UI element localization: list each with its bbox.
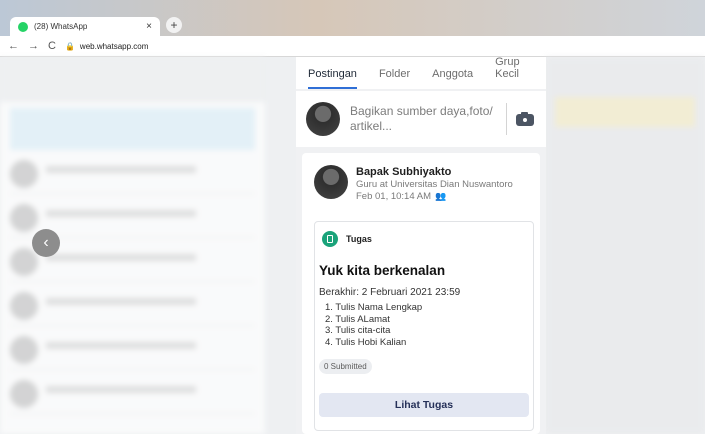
post-author: Bapak Subhiyakto Guru at Universitas Dia… <box>314 165 513 203</box>
post-card: Bapak Subhiyakto Guru at Universitas Dia… <box>302 153 540 434</box>
new-tab-button[interactable]: + <box>166 17 182 33</box>
divider <box>506 103 507 135</box>
assignment-block: Tugas Yuk kita berkenalan Berakhir: 2 Fe… <box>314 221 534 431</box>
author-role: Guru at Universitas Dian Nuswantoro <box>356 179 513 190</box>
assignment-deadline: Berakhir: 2 Februari 2021 23:59 <box>319 287 461 298</box>
address-bar: ← → C 🔒 web.whatsapp.com <box>0 36 705 57</box>
assignment-type-label: Tugas <box>346 234 372 244</box>
chevron-left-icon[interactable]: ‹ <box>32 229 60 257</box>
close-icon[interactable]: × <box>146 21 152 32</box>
list-item: 3. Tulis cita-cita <box>325 325 391 336</box>
camera-icon[interactable] <box>515 111 535 127</box>
forward-arrow-icon[interactable]: → <box>28 40 39 52</box>
whatsapp-icon <box>18 21 28 32</box>
list-item: 4. Tulis Hobi Kalian <box>325 336 407 348</box>
reload-icon[interactable]: C <box>48 40 56 52</box>
tab-anggota[interactable]: Anggota <box>432 68 473 89</box>
back-arrow-icon[interactable]: ← <box>8 40 19 52</box>
list-item: 1. Tulis Nama Lengkap <box>325 302 423 313</box>
lock-icon: 🔒 <box>64 41 75 51</box>
assignment-type: Tugas <box>322 231 372 247</box>
submitted-badge: 0 Submitted <box>319 359 372 374</box>
assignment-title: Yuk kita berkenalan <box>319 263 446 278</box>
post-timestamp: Feb 01, 10:14 AM 👥 <box>356 190 513 203</box>
list-item: 2. Tulis ALamat <box>325 313 390 325</box>
chat-area-blurred <box>545 57 705 434</box>
share-input[interactable]: Bagikan sumber daya,foto/ artikel... <box>350 104 502 134</box>
browser-tab-whatsapp[interactable]: (28) WhatsApp × <box>10 17 160 36</box>
tab-grup-kecil[interactable]: Grup Kecil <box>495 56 546 89</box>
author-avatar[interactable] <box>314 165 348 199</box>
tab-title: (28) WhatsApp <box>34 22 88 31</box>
url-field[interactable]: web.whatsapp.com <box>80 42 148 51</box>
class-panel: Postingan Folder Anggota Grup Kecil Bagi… <box>296 56 546 434</box>
browser-tabstrip: (28) WhatsApp × + <box>0 0 705 36</box>
panel-tabs: Postingan Folder Anggota Grup Kecil <box>296 56 546 89</box>
view-assignment-button[interactable]: Lihat Tugas <box>319 393 529 417</box>
people-icon: 👥 <box>435 191 447 201</box>
tab-postingan[interactable]: Postingan <box>308 68 357 89</box>
assignment-items: 1. Tulis Nama Lengkap 2. Tulis ALamat 3.… <box>325 302 422 348</box>
author-name[interactable]: Bapak Subhiyakto <box>356 165 513 179</box>
share-composer[interactable]: Bagikan sumber daya,foto/ artikel... <box>296 91 546 147</box>
document-icon <box>322 231 338 247</box>
avatar <box>306 102 340 136</box>
tab-folder[interactable]: Folder <box>379 68 410 89</box>
timestamp-text: Feb 01, 10:14 AM <box>356 191 431 202</box>
